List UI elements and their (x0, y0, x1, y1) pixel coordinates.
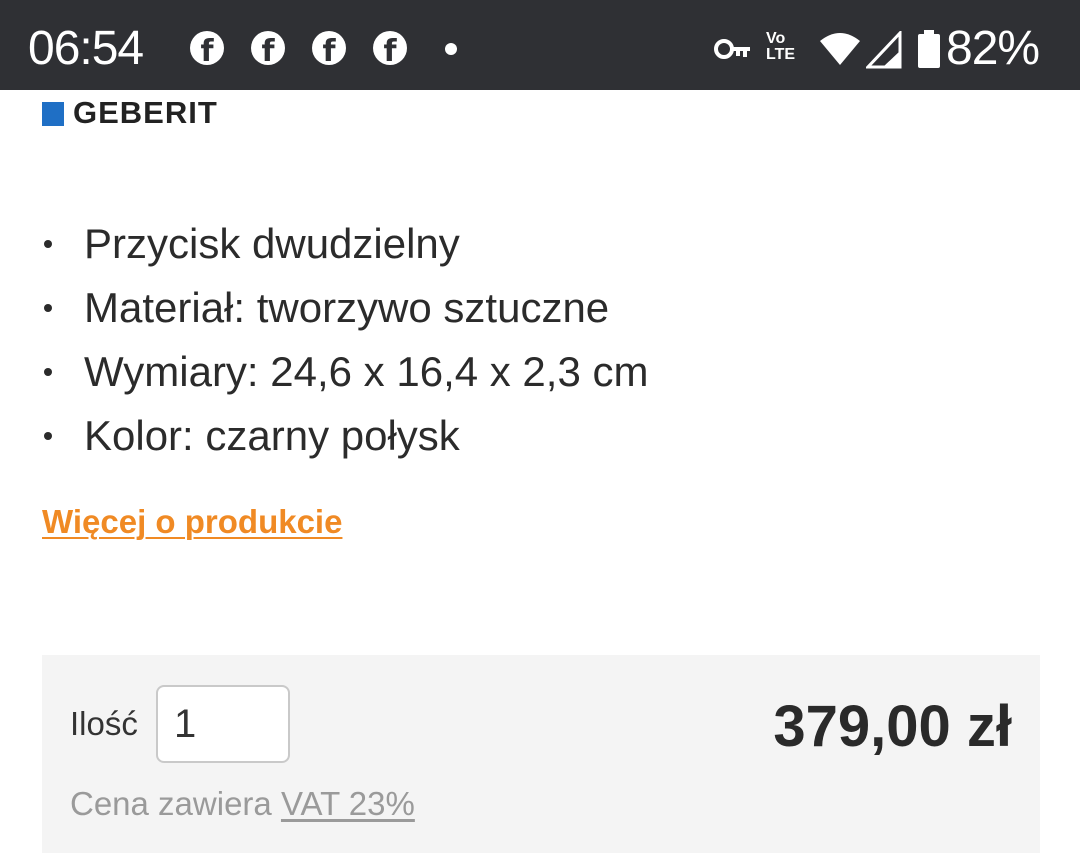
facebook-icon: f (373, 31, 407, 69)
wifi-icon (820, 33, 860, 65)
feature-list: Przycisk dwudzielny Materiał: tworzywo s… (42, 212, 648, 468)
quantity-input[interactable] (156, 685, 290, 763)
battery-icon (918, 30, 940, 68)
vat-prefix: Cena zawiera (70, 785, 272, 822)
status-bar: 06:54 f f f f Vo LTE 82% (0, 0, 1080, 90)
feature-text: Kolor: czarny połysk (84, 412, 460, 459)
bullet-icon (44, 432, 52, 440)
vat-link[interactable]: VAT 23% (281, 785, 415, 822)
bullet-icon (44, 240, 52, 248)
feature-text: Wymiary: 24,6 x 16,4 x 2,3 cm (84, 348, 649, 395)
battery-percent: 82% (946, 22, 1040, 75)
feature-item: Przycisk dwudzielny (42, 212, 648, 276)
feature-text: Materiał: tworzywo sztuczne (84, 284, 610, 331)
brand-logo-square-icon (42, 102, 64, 126)
quantity-label: Ilość (70, 705, 138, 742)
brand-logo-text: GEBERIT (73, 95, 218, 130)
product-price: 379,00 zł (773, 694, 1012, 759)
feature-item: Wymiary: 24,6 x 16,4 x 2,3 cm (42, 340, 648, 404)
more-about-product-link[interactable]: Więcej o produkcie (42, 503, 342, 541)
feature-item: Materiał: tworzywo sztuczne (42, 276, 648, 340)
facebook-icon: f (312, 31, 346, 69)
bullet-icon (44, 368, 52, 376)
volte-icon: Vo LTE (766, 30, 796, 63)
facebook-icon: f (190, 31, 224, 69)
vat-info: Cena zawiera VAT 23% (70, 785, 415, 823)
signal-icon (866, 31, 902, 69)
facebook-icon: f (251, 31, 285, 69)
feature-text: Przycisk dwudzielny (84, 220, 460, 267)
purchase-box: Ilość 379,00 zł Cena zawiera VAT 23% (42, 655, 1040, 853)
bullet-icon (44, 304, 52, 312)
vpn-key-icon (714, 39, 750, 59)
feature-item: Kolor: czarny połysk (42, 404, 648, 468)
status-time: 06:54 (28, 22, 144, 75)
more-notifications-dot-icon (445, 43, 457, 55)
